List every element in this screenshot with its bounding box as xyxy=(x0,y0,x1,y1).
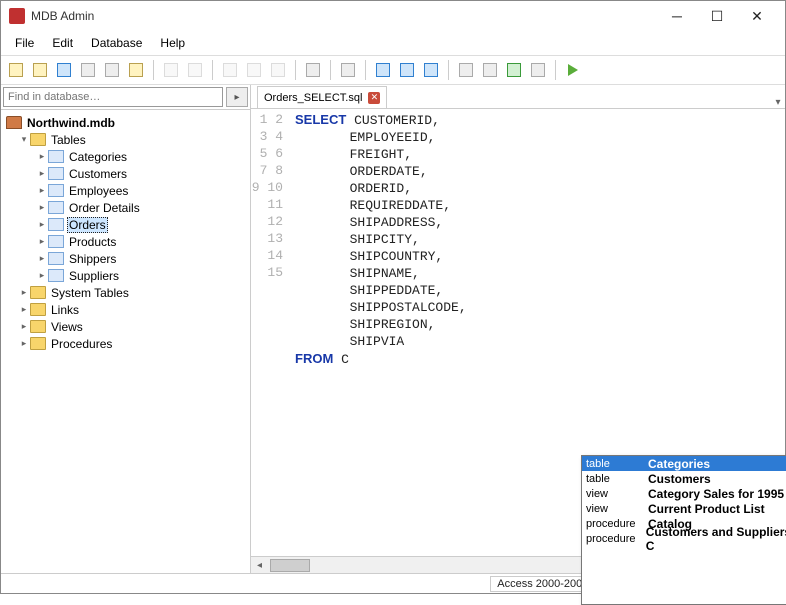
tree-table-item[interactable]: ▸Shippers xyxy=(1,250,250,267)
editor-pane: Orders_SELECT.sql ✕ ▾ 1 2 3 4 5 6 7 8 9 … xyxy=(251,85,785,573)
tb-open[interactable] xyxy=(29,59,51,81)
tree-folder-item[interactable]: ▸Procedures xyxy=(1,335,250,352)
tb-doc[interactable] xyxy=(125,59,147,81)
autocomplete-item[interactable]: viewCurrent Product List xyxy=(582,501,786,516)
find-input[interactable] xyxy=(3,87,223,107)
table-icon xyxy=(48,235,64,248)
tab-overflow[interactable]: ▾ xyxy=(771,97,785,108)
expand-icon[interactable]: ▸ xyxy=(37,253,47,264)
autocomplete-item[interactable]: tableCategories xyxy=(582,456,786,471)
toolbar xyxy=(1,55,785,85)
tb-link1[interactable] xyxy=(455,59,477,81)
line-gutter: 1 2 3 4 5 6 7 8 9 10 11 12 13 14 15 xyxy=(251,109,291,556)
minimize-button[interactable]: ─ xyxy=(657,2,697,30)
maximize-button[interactable]: ☐ xyxy=(697,2,737,30)
table-icon xyxy=(48,269,64,282)
tree-tables-folder[interactable]: ▾ Tables xyxy=(1,131,250,148)
tb-link2[interactable] xyxy=(479,59,501,81)
menubar: File Edit Database Help xyxy=(1,31,785,55)
table-icon xyxy=(48,201,64,214)
tb-tool3[interactable] xyxy=(420,59,442,81)
sidebar: ▸ Northwind.mdb ▾ Tables ▸Categories▸Cus… xyxy=(1,85,251,573)
close-button[interactable]: ✕ xyxy=(737,2,777,30)
table-icon xyxy=(48,167,64,180)
autocomplete-item[interactable]: tableCustomers xyxy=(582,471,786,486)
tb-redo[interactable] xyxy=(184,59,206,81)
tree-folder-item[interactable]: ▸Views xyxy=(1,318,250,335)
expand-icon[interactable]: ▸ xyxy=(37,236,47,247)
editor-tabs: Orders_SELECT.sql ✕ ▾ xyxy=(251,85,785,109)
tb-link3[interactable] xyxy=(503,59,525,81)
database-icon xyxy=(6,116,22,129)
expand-icon[interactable]: ▸ xyxy=(37,202,47,213)
folder-icon xyxy=(30,133,46,146)
tree-db[interactable]: Northwind.mdb xyxy=(1,114,250,131)
tb-copy[interactable] xyxy=(77,59,99,81)
folder-icon xyxy=(30,320,46,333)
tree-table-item[interactable]: ▸Customers xyxy=(1,165,250,182)
table-icon xyxy=(48,218,64,231)
find-go-button[interactable]: ▸ xyxy=(226,87,248,107)
tb-paste2[interactable] xyxy=(267,59,289,81)
table-icon xyxy=(48,252,64,265)
tree-table-item[interactable]: ▸Products xyxy=(1,233,250,250)
expand-icon[interactable]: ▸ xyxy=(19,338,29,349)
app-icon xyxy=(9,8,25,24)
autocomplete-popup[interactable]: tableCategoriestableCustomersviewCategor… xyxy=(581,455,786,605)
tab-close-button[interactable]: ✕ xyxy=(368,92,380,104)
expand-icon[interactable]: ▸ xyxy=(37,168,47,179)
tb-save[interactable] xyxy=(53,59,75,81)
expand-icon[interactable]: ▸ xyxy=(37,270,47,281)
tb-tool1[interactable] xyxy=(372,59,394,81)
folder-icon xyxy=(30,303,46,316)
tab-active[interactable]: Orders_SELECT.sql ✕ xyxy=(257,86,387,108)
folder-icon xyxy=(30,286,46,299)
autocomplete-item[interactable]: viewCategory Sales for 1995 xyxy=(582,486,786,501)
tree-table-item[interactable]: ▸Employees xyxy=(1,182,250,199)
tree-table-item[interactable]: ▸Order Details xyxy=(1,199,250,216)
window-title: MDB Admin xyxy=(31,9,657,23)
tb-list[interactable] xyxy=(337,59,359,81)
tb-link4[interactable] xyxy=(527,59,549,81)
titlebar: MDB Admin ─ ☐ ✕ xyxy=(1,1,785,31)
expand-icon[interactable]: ▸ xyxy=(19,287,29,298)
collapse-icon[interactable]: ▾ xyxy=(19,134,29,145)
tb-new[interactable] xyxy=(5,59,27,81)
menu-help[interactable]: Help xyxy=(152,34,193,52)
expand-icon[interactable]: ▸ xyxy=(19,321,29,332)
tb-grid[interactable] xyxy=(302,59,324,81)
tb-tool2[interactable] xyxy=(396,59,418,81)
menu-database[interactable]: Database xyxy=(83,34,150,52)
tb-cut[interactable] xyxy=(219,59,241,81)
tree-folder-item[interactable]: ▸Links xyxy=(1,301,250,318)
expand-icon[interactable]: ▸ xyxy=(37,185,47,196)
tree-table-item[interactable]: ▸Suppliers xyxy=(1,267,250,284)
expand-icon[interactable]: ▸ xyxy=(37,219,47,230)
tab-label: Orders_SELECT.sql xyxy=(264,92,362,104)
tb-copy2[interactable] xyxy=(243,59,265,81)
autocomplete-item[interactable]: procedureCustomers and Suppliers by C xyxy=(582,531,786,546)
tb-run[interactable] xyxy=(562,59,584,81)
folder-icon xyxy=(30,337,46,350)
table-icon xyxy=(48,150,64,163)
db-tree[interactable]: Northwind.mdb ▾ Tables ▸Categories▸Custo… xyxy=(1,110,250,573)
tree-table-item[interactable]: ▸Orders xyxy=(1,216,250,233)
expand-icon[interactable]: ▸ xyxy=(37,151,47,162)
menu-file[interactable]: File xyxy=(7,34,42,52)
tb-undo[interactable] xyxy=(160,59,182,81)
table-icon xyxy=(48,184,64,197)
tree-folder-item[interactable]: ▸System Tables xyxy=(1,284,250,301)
tree-table-item[interactable]: ▸Categories xyxy=(1,148,250,165)
expand-icon[interactable]: ▸ xyxy=(19,304,29,315)
menu-edit[interactable]: Edit xyxy=(44,34,81,52)
tb-paste[interactable] xyxy=(101,59,123,81)
